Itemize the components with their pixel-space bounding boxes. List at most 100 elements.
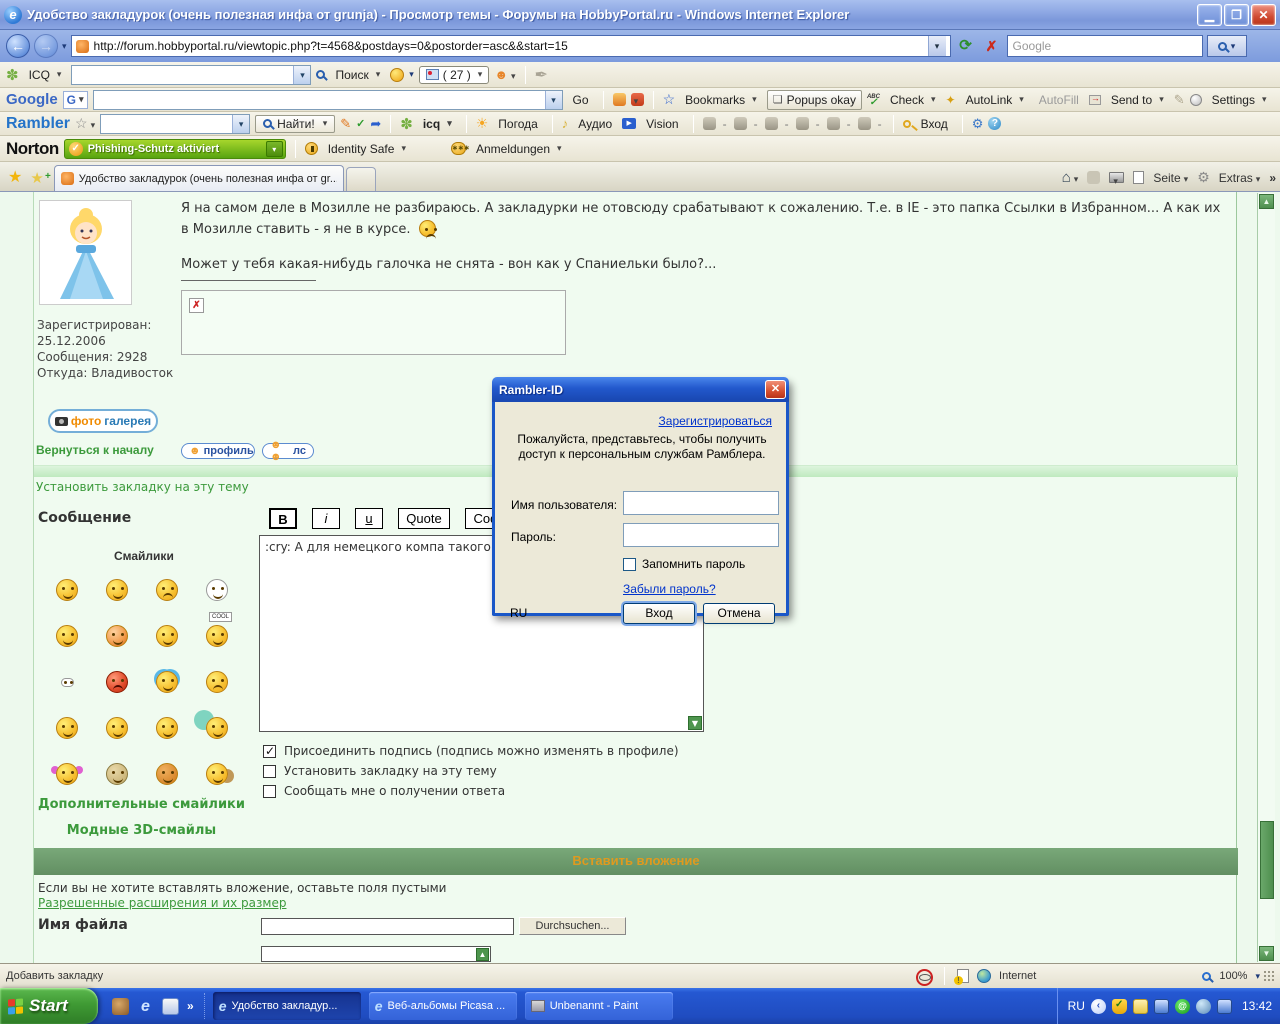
tray-collapse-chevron[interactable]: ‹ [1091, 999, 1106, 1014]
blush-smiley[interactable] [106, 625, 128, 647]
teeth-smiley[interactable] [56, 625, 78, 647]
back-to-top-link[interactable]: Вернуться к началу [36, 443, 154, 457]
new-tab-stub[interactable] [346, 167, 376, 191]
cancel-button[interactable]: Отмена [703, 603, 775, 624]
content-smiley[interactable] [106, 717, 128, 739]
icq-search-input[interactable]: ▾ [71, 65, 311, 85]
address-dropdown[interactable]: ▾ [928, 36, 946, 56]
laugh-smiley[interactable] [156, 671, 178, 693]
rambler-icq-button[interactable]: icq [418, 115, 457, 133]
icq-emoticon-dropdown[interactable]: ▾ [409, 69, 414, 80]
forgot-password-link[interactable]: Забыли пароль? [623, 582, 716, 596]
google-sitesearch-icon[interactable] [613, 93, 626, 106]
rambler-vision-button[interactable]: Vision [641, 115, 683, 133]
rambler-translate-icon[interactable]: ➦ [370, 116, 381, 132]
tab-active[interactable]: Удобство закладурок (очень полезная инфа… [54, 165, 344, 191]
google-bookmarks-button[interactable]: Bookmarks [680, 91, 762, 109]
rambler-tool-icon-5[interactable] [827, 117, 840, 130]
seite-menu-button[interactable]: Seite [1153, 171, 1188, 185]
password-input[interactable] [623, 523, 779, 547]
back-button[interactable]: ← [6, 34, 30, 58]
rambler-tool-icon-1[interactable] [703, 117, 716, 130]
google-g-button[interactable]: G [63, 91, 88, 109]
rambler-tools-icon[interactable]: ⚙ [972, 116, 984, 132]
attachment-select[interactable]: ▲ [261, 946, 491, 962]
rambler-audio-button[interactable]: Аудио [573, 115, 617, 133]
italic-button[interactable]: i [312, 508, 340, 529]
underline-button[interactable]: u [355, 508, 383, 529]
scroll-up-arrow[interactable]: ▲ [1259, 194, 1274, 209]
icq-status-button[interactable]: ☻ [494, 67, 515, 82]
google-sendto-button[interactable]: Send to [1106, 91, 1169, 109]
register-link[interactable]: Зарегистрироваться [659, 414, 772, 428]
icq-emoticon-icon[interactable] [390, 68, 404, 82]
flower-girl-smiley[interactable] [56, 763, 78, 785]
feather-icon[interactable]: ✒ [535, 65, 548, 85]
rambler-weather-button[interactable]: Погода [493, 115, 543, 133]
identity-safe-button[interactable]: Identity Safe [323, 140, 411, 158]
drink-smiley[interactable] [156, 763, 178, 785]
page-warning-icon[interactable] [957, 969, 969, 983]
thumbs-up-smiley[interactable] [56, 717, 78, 739]
icq-search-button[interactable]: Поиск [330, 66, 385, 84]
task-forum-window[interactable]: e Удобство закладур... [213, 992, 361, 1020]
quicklaunch-icq-icon[interactable] [112, 998, 129, 1015]
smile-smiley[interactable] [106, 579, 128, 601]
phishing-status[interactable]: ✓ Phishing-Schutz aktiviert ▾ [64, 139, 286, 159]
scroll-thumb[interactable] [1260, 821, 1274, 899]
rambler-tool-icon-2[interactable] [734, 117, 747, 130]
extras-menu-button[interactable]: Extras [1219, 171, 1261, 185]
attach-signature-checkbox[interactable] [263, 745, 276, 758]
filename-input[interactable] [261, 918, 514, 935]
url-text[interactable]: http://forum.hobbyportal.ru/viewtopic.ph… [94, 39, 923, 53]
rambler-help-icon[interactable]: ? [988, 117, 1001, 130]
tray-security-shield-icon[interactable] [1112, 999, 1127, 1014]
wink-smiley[interactable] [156, 625, 178, 647]
username-input[interactable] [623, 491, 779, 515]
cool-smiley[interactable]: COOL [206, 625, 228, 647]
zoom-dropdown[interactable]: ▾ [1255, 971, 1260, 982]
google-settings-button[interactable]: Settings [1207, 91, 1272, 109]
add-favorite-icon[interactable]: ★ [28, 169, 53, 191]
task-picasa-window[interactable]: e Веб-альбомы Picasa ... [369, 992, 517, 1020]
tray-antivirus-icon[interactable]: @ [1175, 999, 1190, 1014]
zoom-level[interactable]: 100% [1219, 970, 1247, 982]
popup-blocker-button[interactable]: ❏ Popups okay [767, 90, 862, 110]
language-indicator[interactable]: RU [1068, 999, 1085, 1013]
google-autolink-button[interactable]: AutoLink [961, 91, 1029, 109]
quicklaunch-desktop-icon[interactable] [162, 998, 179, 1015]
shocked-smiley[interactable] [206, 579, 228, 601]
tray-globe-icon[interactable] [1196, 999, 1211, 1014]
quote-button[interactable]: Quote [398, 508, 450, 529]
icq-menu-button[interactable]: ICQ [24, 66, 67, 84]
bold-button[interactable]: B [269, 508, 297, 529]
pm-button[interactable]: ☻☻ лс [262, 443, 314, 459]
rambler-edit-icon[interactable]: ✎ [340, 116, 351, 132]
search-box[interactable]: Google [1007, 35, 1203, 57]
google-check-button[interactable]: Check [885, 91, 941, 109]
icq-message-counter[interactable]: ( 27 ) [419, 66, 490, 84]
remember-password-checkbox[interactable] [623, 558, 636, 571]
home-button[interactable]: ⌂ [1062, 169, 1079, 186]
history-dropdown[interactable]: ▾ [62, 41, 67, 52]
extensions-link[interactable]: Разрешенные расширения и их размер [38, 896, 286, 910]
notify-reply-checkbox[interactable] [263, 785, 276, 798]
balloon-smiley[interactable] [206, 717, 228, 739]
clap-smiley[interactable] [106, 763, 128, 785]
address-field[interactable]: http://forum.hobbyportal.ru/viewtopic.ph… [71, 35, 951, 57]
rambler-find-button[interactable]: Найти! [255, 115, 335, 133]
popup-blocked-icon[interactable] [916, 969, 932, 983]
rambler-spellcheck-icon[interactable]: ✓ [356, 117, 365, 130]
eyes-smiley[interactable] [61, 678, 74, 687]
rambler-tool-icon-4[interactable] [796, 117, 809, 130]
smilies-3d-link[interactable]: Модные 3D-смайлы [34, 823, 249, 838]
search-go-button[interactable]: ▾ [1207, 35, 1247, 57]
grin-smiley[interactable] [56, 579, 78, 601]
login-button[interactable]: Вход [623, 603, 695, 624]
more-smilies-link[interactable]: Дополнительные смайлики [34, 797, 249, 812]
rambler-login-button[interactable]: Вход [916, 115, 953, 133]
textarea-scroll-down-arrow[interactable]: ▼ [688, 716, 702, 730]
restore-button[interactable]: ❐ [1224, 4, 1249, 26]
minimize-button[interactable]: ▁ [1197, 4, 1222, 26]
rambler-search-input[interactable]: ▾ [100, 114, 250, 134]
